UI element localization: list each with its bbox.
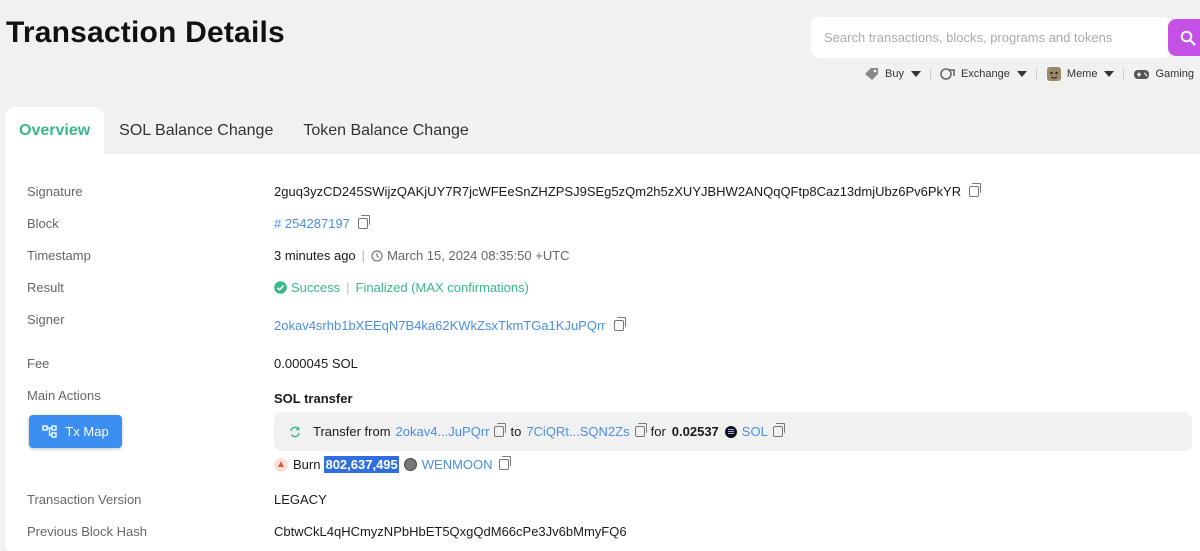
version-label: Transaction Version	[27, 492, 142, 507]
search-button[interactable]	[1168, 19, 1200, 56]
nav-item-exchange[interactable]: Exchange	[940, 67, 1027, 81]
clock-icon	[371, 249, 383, 262]
check-circle-icon	[274, 281, 287, 294]
copy-icon[interactable]	[969, 183, 982, 197]
action-title: SOL transfer	[274, 391, 353, 406]
nav-item-meme[interactable]: Meme	[1046, 66, 1115, 82]
fee-value: 0.000045 SOL	[274, 356, 358, 371]
timestamp-relative: 3 minutes ago	[274, 248, 356, 263]
to-address-link[interactable]: 7CiQRt...SQN2Zs	[526, 424, 629, 439]
tag-icon	[865, 68, 878, 80]
nav-item-buy[interactable]: Buy	[864, 67, 921, 81]
separator: |	[346, 280, 350, 295]
from-address-link[interactable]: 2okav4...JuPQrr	[396, 424, 490, 439]
timestamp-label: Timestamp	[27, 248, 91, 263]
prev-hash-label: Previous Block Hash	[27, 524, 147, 539]
version-value: LEGACY	[274, 492, 327, 507]
nav-divider	[929, 68, 931, 80]
exchange-icon	[940, 68, 955, 80]
chevron-down-icon	[1016, 71, 1027, 77]
copy-icon[interactable]	[613, 317, 626, 331]
burn-label: Burn	[293, 457, 321, 472]
nav-item-label: Buy	[885, 68, 904, 80]
top-nav: Buy Exchange Meme Gaming	[864, 66, 1194, 82]
transfer-action: Transfer from 2okav4...JuPQrr to 7CiQRt.…	[274, 412, 1192, 451]
copy-icon[interactable]	[634, 423, 647, 437]
detail-tabs: Overview SOL Balance Change Token Balanc…	[5, 107, 484, 154]
main-actions-label: Main Actions	[27, 388, 101, 403]
tab-token-balance-change[interactable]: Token Balance Change	[288, 107, 483, 154]
transfer-amount: 0.02537	[671, 424, 719, 439]
result-finality: Finalized (MAX confirmations)	[355, 280, 529, 295]
fire-icon: ▲	[274, 457, 288, 472]
transfer-prefix: Transfer from	[313, 424, 391, 439]
copy-icon[interactable]	[772, 423, 785, 437]
tab-overview[interactable]: Overview	[5, 107, 105, 154]
copy-icon[interactable]	[357, 215, 370, 229]
prev-hash-value: CbtwCkL4qHCmyzNPbHbET5QxgQdM66cPe3Jv6bMm…	[274, 524, 627, 539]
search-icon	[1180, 30, 1196, 46]
nav-divider	[1123, 68, 1125, 80]
copy-icon[interactable]	[498, 456, 511, 470]
burn-action: ▲ Burn 802,637,495 WENMOON	[274, 456, 511, 473]
search-input[interactable]	[824, 30, 1154, 45]
wenmoon-token-link[interactable]: WENMOON	[422, 457, 493, 472]
timestamp-row: 3 minutes ago | March 15, 2024 08:35:50 …	[274, 248, 570, 263]
flow-map-icon	[42, 425, 57, 438]
search-box[interactable]	[811, 17, 1171, 58]
to-word: to	[510, 424, 522, 439]
signer-link[interactable]: 2okav4srhb1bXEEqN7B4ka62KWkZsxTkmTGa1KJu…	[274, 318, 606, 333]
page-title: Transaction Details	[6, 16, 285, 49]
nav-item-label: Meme	[1066, 68, 1098, 80]
doge-icon	[1046, 67, 1061, 81]
fee-label: Fee	[27, 356, 50, 371]
chevron-down-icon	[1104, 71, 1115, 77]
chevron-down-icon	[910, 71, 921, 77]
for-word: for	[650, 424, 666, 439]
separator: |	[361, 248, 366, 263]
gamepad-icon	[1134, 69, 1150, 79]
tx-map-button[interactable]: Tx Map	[29, 415, 122, 448]
sol-token-link[interactable]: SOL	[742, 424, 768, 439]
block-link[interactable]: # 254287197	[274, 216, 350, 231]
block-label: Block	[27, 216, 59, 231]
sol-token-icon	[724, 425, 737, 438]
tx-map-label: Tx Map	[65, 424, 109, 439]
nav-item-label: Gaming	[1155, 68, 1194, 80]
nav-divider	[1035, 68, 1037, 80]
burn-amount: 802,637,495	[324, 456, 399, 473]
block-row: # 254287197	[274, 215, 370, 231]
signature-value: 2guq3yzCD245SWijzQAKjUY7R7jcWFEeSnZHZPSJ…	[274, 184, 962, 199]
tab-sol-balance-change[interactable]: SOL Balance Change	[104, 107, 288, 154]
copy-icon[interactable]	[494, 423, 507, 437]
nav-item-label: Exchange	[960, 68, 1010, 80]
overview-panel: Signature 2guq3yzCD245SWijzQAKjUY7R7jcWF…	[5, 154, 1200, 551]
result-row: Success | Finalized (MAX confirmations)	[274, 280, 529, 295]
signer-row: 2okav4srhb1bXEEqN7B4ka62KWkZsxTkmTGa1KJu…	[274, 317, 626, 333]
result-status: Success	[291, 280, 341, 295]
wenmoon-token-icon	[403, 458, 417, 471]
signer-label: Signer	[27, 312, 65, 327]
nav-item-gaming[interactable]: Gaming	[1133, 68, 1194, 81]
result-label: Result	[27, 280, 64, 295]
signature-row: 2guq3yzCD245SWijzQAKjUY7R7jcWFEeSnZHZPSJ…	[274, 183, 982, 199]
timestamp-absolute: March 15, 2024 08:35:50 +UTC	[387, 248, 570, 263]
transfer-icon	[290, 426, 300, 437]
signature-label: Signature	[27, 184, 83, 199]
